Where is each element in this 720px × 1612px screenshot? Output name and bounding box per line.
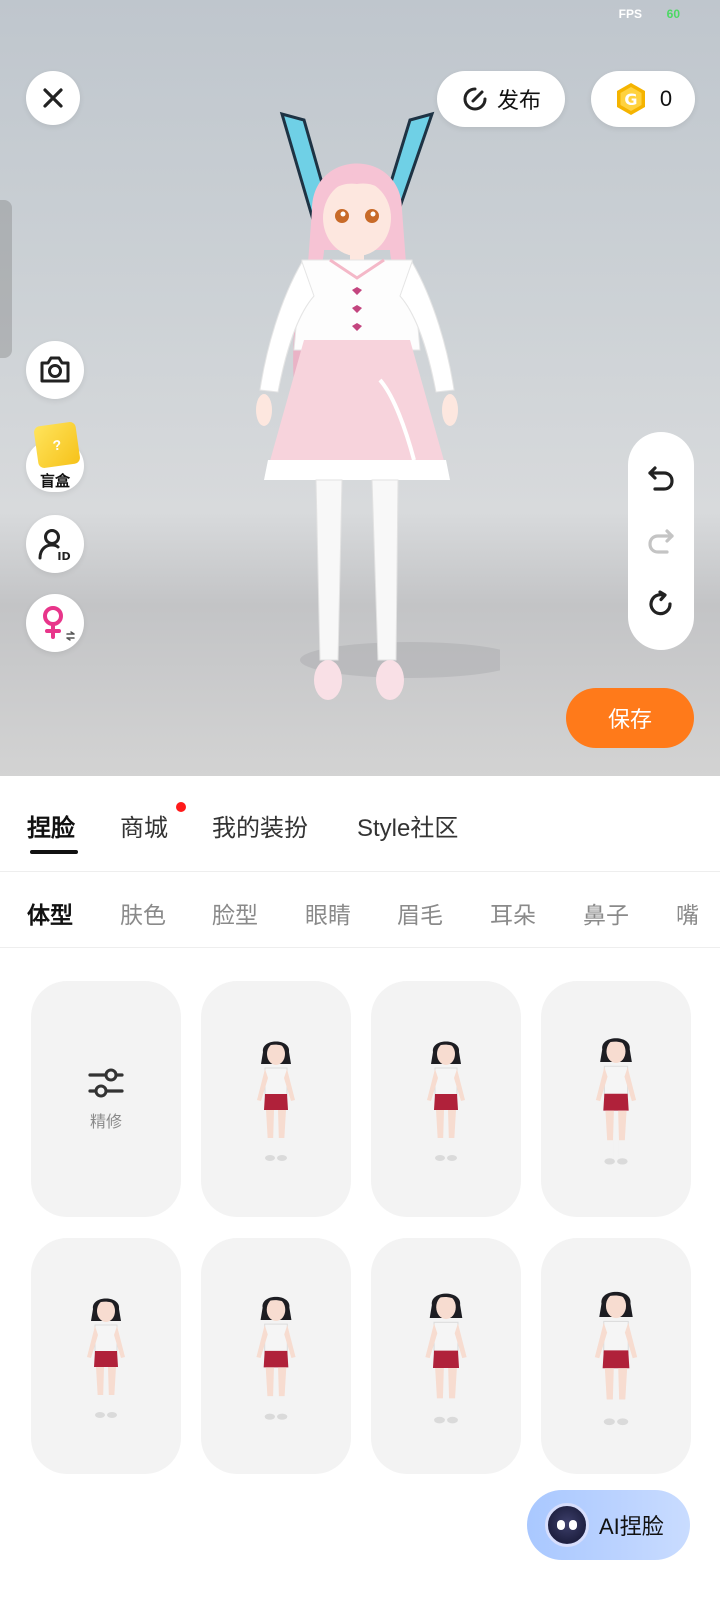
category-nose[interactable]: 鼻子 bbox=[583, 896, 629, 930]
blind-box-icon: ? bbox=[33, 421, 81, 469]
tab-my-outfits[interactable]: 我的装扮 bbox=[212, 808, 308, 843]
shop-notification-dot bbox=[176, 802, 186, 812]
close-button[interactable] bbox=[26, 71, 80, 125]
fps-label: FPS bbox=[618, 7, 642, 21]
body-preset-card[interactable] bbox=[31, 1238, 181, 1474]
category-eyebrows[interactable]: 眉毛 bbox=[397, 896, 443, 930]
refine-card[interactable]: 精修 bbox=[31, 981, 181, 1217]
body-preset-thumbnail bbox=[595, 1037, 637, 1166]
female-swap-icon bbox=[43, 606, 75, 641]
tab-style-community[interactable]: Style社区 bbox=[357, 808, 458, 843]
user-id-icon: ID bbox=[38, 529, 71, 562]
ai-face-button[interactable]: AI捏脸 bbox=[527, 1490, 690, 1560]
blind-box-mark: ? bbox=[51, 436, 63, 454]
body-preset-thumbnail bbox=[594, 1291, 638, 1426]
category-mouth[interactable]: 嘴 bbox=[676, 896, 699, 930]
save-button[interactable]: 保存 bbox=[566, 688, 694, 748]
body-preset-thumbnail bbox=[426, 1041, 466, 1162]
body-preset-card[interactable] bbox=[201, 981, 351, 1217]
sliders-icon bbox=[88, 1068, 124, 1098]
coin-balance-button[interactable]: G 0 bbox=[591, 71, 695, 127]
coin-icon: G bbox=[616, 83, 645, 115]
svg-text:ID: ID bbox=[57, 550, 70, 562]
body-preset-thumbnail bbox=[424, 1293, 468, 1424]
body-preset-card[interactable] bbox=[201, 1238, 351, 1474]
category-ears[interactable]: 耳朵 bbox=[490, 896, 536, 930]
gender-switch-button[interactable] bbox=[26, 594, 84, 652]
category-skin-color[interactable]: 肤色 bbox=[120, 896, 166, 930]
body-preset-thumbnail bbox=[256, 1041, 296, 1162]
camera-button[interactable] bbox=[26, 341, 84, 399]
fps-value: 60 bbox=[666, 7, 680, 21]
body-preset-card[interactable] bbox=[541, 981, 691, 1217]
ai-robot-icon bbox=[545, 1503, 589, 1547]
body-preset-thumbnail bbox=[86, 1298, 126, 1419]
category-eyes[interactable]: 眼睛 bbox=[305, 896, 351, 930]
category-body-shape[interactable]: 体型 bbox=[27, 896, 73, 930]
close-icon bbox=[43, 88, 63, 108]
tab-shop[interactable]: 商城 bbox=[120, 808, 168, 843]
body-preset-thumbnail bbox=[255, 1296, 297, 1421]
publish-label: 发布 bbox=[496, 88, 541, 113]
body-preset-card[interactable] bbox=[371, 1238, 521, 1474]
category-tabs: 体型 肤色 脸型 眼睛 眉毛 耳朵 鼻子 嘴 bbox=[0, 872, 720, 948]
refine-label: 精修 bbox=[89, 1114, 122, 1131]
svg-text:G: G bbox=[624, 90, 637, 109]
body-preset-card[interactable] bbox=[541, 1238, 691, 1474]
avatar-id-button[interactable]: ID bbox=[26, 515, 84, 573]
redo-icon[interactable] bbox=[646, 526, 676, 556]
camera-icon bbox=[40, 356, 70, 383]
history-controls bbox=[628, 432, 694, 650]
active-tab-indicator bbox=[30, 850, 78, 854]
undo-icon[interactable] bbox=[646, 463, 676, 493]
reset-icon[interactable] bbox=[646, 589, 676, 619]
coin-count: 0 bbox=[659, 86, 673, 111]
ai-face-label: AI捏脸 bbox=[599, 1514, 664, 1539]
body-preset-card[interactable] bbox=[371, 981, 521, 1217]
avatar-figure[interactable] bbox=[220, 100, 500, 750]
category-face-shape[interactable]: 脸型 bbox=[212, 896, 258, 930]
blind-box-label: 盲盒 bbox=[39, 473, 70, 490]
avatar-stage[interactable]: FPS 60 发布 G 0 ? 盲盒 ID 保存 bbox=[0, 0, 720, 776]
tab-face-edit[interactable]: 捏脸 bbox=[27, 808, 75, 843]
main-tabs: 捏脸 商城 我的装扮 Style社区 bbox=[0, 776, 720, 872]
side-drawer-handle[interactable] bbox=[0, 200, 12, 358]
